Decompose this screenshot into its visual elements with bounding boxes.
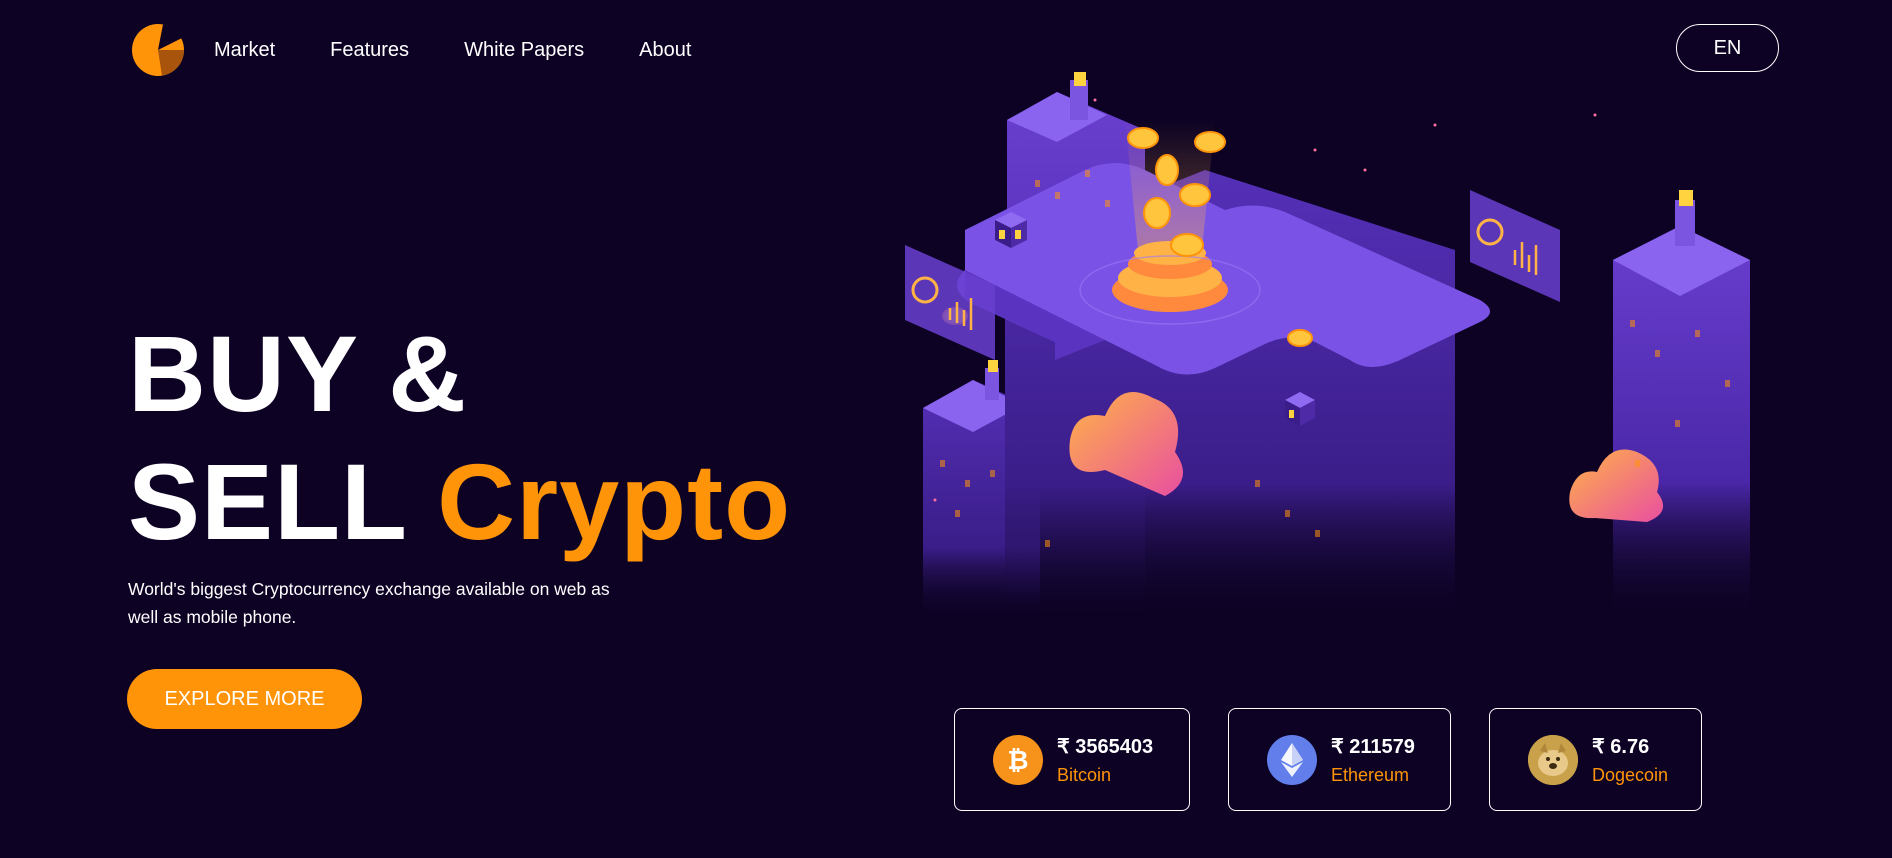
price-value: ₹ 211579 (1331, 735, 1415, 758)
price-info: ₹ 211579 Ethereum (1331, 734, 1415, 786)
brand-logo-icon[interactable] (130, 23, 190, 77)
dogecoin-icon (1528, 734, 1578, 785)
svg-text:₿: ₿ (1007, 746, 1028, 775)
top-nav: Market Features White Papers About (130, 20, 746, 80)
coin-name: Bitcoin (1057, 764, 1112, 785)
hero-title-line-1: BUY & (128, 313, 468, 434)
nav-link-market[interactable]: Market (214, 39, 275, 62)
nav-link-about[interactable]: About (639, 39, 691, 62)
hero-title: BUY & SELL Crypto (128, 310, 791, 566)
ethereum-icon (1267, 734, 1317, 785)
price-info: ₹ 6.76 Dogecoin (1592, 734, 1668, 786)
nav-link-white-papers[interactable]: White Papers (464, 39, 584, 62)
nav-link-features[interactable]: Features (330, 39, 409, 62)
price-value: ₹ 3565403 (1057, 735, 1154, 758)
price-card-dogecoin[interactable]: ₹ 6.76 Dogecoin (1489, 708, 1702, 811)
isometric-crypto-city-illustration (905, 72, 1750, 620)
price-info: ₹ 3565403 Bitcoin (1057, 734, 1153, 786)
bitcoin-icon: ₿ (993, 734, 1043, 785)
hero-title-plain: SELL (128, 441, 407, 562)
hero-subtitle: World's biggest Cryptocurrency exchange … (128, 579, 610, 627)
coin-name: Ethereum (1331, 764, 1410, 785)
hero-title-accent: Crypto (437, 441, 792, 562)
explore-more-button[interactable]: EXPLORE MORE (127, 669, 362, 729)
price-card-bitcoin[interactable]: ₿ ₹ 3565403 Bitcoin (954, 708, 1190, 811)
price-value: ₹ 6.76 (1592, 735, 1650, 758)
coin-name: Dogecoin (1592, 764, 1669, 785)
hero-title-line-2: SELL Crypto (128, 438, 791, 566)
price-card-ethereum[interactable]: ₹ 211579 Ethereum (1228, 708, 1451, 811)
